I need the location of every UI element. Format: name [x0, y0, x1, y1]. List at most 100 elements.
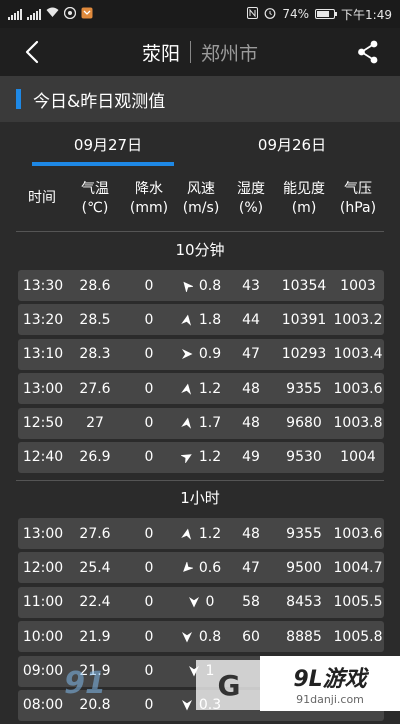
cell-temp: 28.6 — [79, 277, 111, 294]
watermark-left-text: 91 — [64, 665, 106, 701]
tab-yesterday[interactable]: 09月26日 — [200, 122, 384, 166]
top-app-bar: 荥阳 郑州市 — [0, 28, 400, 76]
wind-direction-icon — [188, 597, 199, 608]
cell-visibility: 9355 — [286, 380, 322, 397]
cell-time: 13:30 — [22, 277, 64, 294]
cell-temp: 27.6 — [79, 380, 111, 397]
cell-temp: 22.4 — [79, 594, 111, 611]
header-rain: 降水 (mm) — [122, 180, 176, 218]
cell-temp: 28.5 — [79, 311, 111, 328]
cell-humidity: 44 — [242, 311, 260, 328]
header-pressure: 气压 (hPa) — [332, 180, 384, 218]
cell-rain: 0 — [144, 449, 154, 466]
header-rain-label: 降水 — [135, 180, 163, 197]
cell-humidity: 48 — [242, 380, 260, 397]
header-humidity-unit: (%) — [238, 199, 264, 216]
wind-direction-icon — [183, 281, 193, 292]
wind-speed-value: 1.7 — [198, 415, 222, 432]
cell-time: 11:00 — [22, 594, 64, 611]
location-title: 荥阳 郑州市 — [142, 39, 258, 66]
wind-direction-icon — [181, 349, 193, 360]
cell-humidity: 47 — [242, 559, 260, 576]
cell-wind: 1.2 — [176, 526, 226, 542]
cell-rain: 0 — [144, 311, 154, 328]
watermark-logo-mid: G — [196, 660, 262, 710]
header-visibility-label: 能见度 — [283, 180, 325, 197]
table-row: 12:00 25.4 0 0.6 47 9500 1004.7 — [18, 552, 384, 584]
section-title: 今日&昨日观测值 — [33, 91, 166, 112]
wind-speed-value: 0.6 — [198, 559, 222, 576]
cell-humidity: 47 — [242, 346, 260, 363]
wind-speed-value: 1.2 — [198, 525, 222, 542]
cell-visibility: 10354 — [281, 277, 327, 294]
back-button[interactable] — [18, 38, 46, 66]
signal-icon-2 — [27, 8, 41, 20]
header-wind-unit: (m/s) — [182, 199, 220, 216]
cell-wind: 1.7 — [176, 415, 226, 431]
wind-direction-icon — [181, 383, 191, 395]
status-left — [8, 6, 93, 22]
wind-speed-value: 1.2 — [198, 449, 222, 466]
section-header: 今日&昨日观测值 — [0, 76, 400, 122]
cell-humidity: 48 — [242, 525, 260, 542]
header-time: 时间 — [16, 189, 68, 208]
cell-humidity: 58 — [242, 594, 260, 611]
header-pressure-unit: (hPa) — [339, 199, 377, 216]
table-row: 10:00 21.9 0 0.8 60 8885 1005.8 — [18, 621, 384, 653]
table-row: 13:00 27.6 0 1.2 48 9355 1003.6 — [18, 373, 384, 405]
city-name: 荥阳 — [141, 42, 180, 65]
cell-time: 12:00 — [22, 559, 64, 576]
wind-direction-icon — [181, 631, 192, 643]
cell-pressure: 1005.8 — [333, 628, 383, 645]
cell-pressure: 1003.8 — [333, 415, 383, 432]
header-visibility: 能见度 (m) — [276, 180, 332, 218]
tab-today[interactable]: 09月27日 — [16, 122, 200, 166]
header-rain-unit: (mm) — [129, 199, 169, 216]
header-wind: 风速 (m/s) — [176, 180, 226, 218]
wind-speed-value: 1.2 — [198, 380, 222, 397]
cell-rain: 0 — [144, 277, 154, 294]
cell-time: 13:20 — [22, 311, 64, 328]
cell-humidity: 60 — [242, 628, 260, 645]
region-name: 郑州市 — [201, 42, 259, 65]
share-button[interactable] — [354, 38, 382, 66]
table-row: 13:10 28.3 0 0.9 47 10293 1003.4 — [18, 338, 384, 370]
table-row: 13:00 27.6 0 1.2 48 9355 1003.6 — [18, 518, 384, 549]
wind-direction-icon — [181, 700, 192, 711]
wind-direction-icon — [182, 561, 193, 572]
app-notification-icon — [63, 6, 77, 22]
cell-time: 13:00 — [22, 380, 64, 397]
watermark-right-text: 9L游戏 — [293, 667, 367, 692]
table-header: 时间 气温 (℃) 降水 (mm) 风速 (m/s) 湿度 (%) 能见度 (m) 气压 (… — [16, 166, 384, 232]
table-row: 11:00 22.4 0 0 58 8453 1005.5 — [18, 586, 384, 618]
cell-wind: 1.2 — [176, 449, 226, 465]
watermark-logo-left: 91 — [30, 660, 140, 706]
status-right: 74% 下午1:49 — [247, 6, 392, 23]
cell-rain: 0 — [144, 346, 154, 363]
cell-time: 13:10 — [22, 346, 64, 363]
cell-visibility: 10293 — [281, 346, 327, 363]
cell-wind: 0.9 — [176, 346, 226, 362]
cell-visibility: 9355 — [286, 525, 322, 542]
cell-visibility: 8885 — [286, 628, 322, 645]
wind-direction-icon — [181, 417, 191, 429]
cell-pressure: 1004 — [340, 449, 376, 466]
watermark-mid-text: G — [217, 668, 241, 702]
table-row: 13:30 28.6 0 0.8 43 10354 1003 — [18, 270, 384, 301]
cell-time: 10:00 — [22, 628, 64, 645]
cell-visibility: 9680 — [286, 415, 322, 432]
cell-visibility: 9530 — [286, 449, 322, 466]
cell-pressure: 1003.6 — [333, 380, 383, 397]
cell-rain: 0 — [144, 525, 154, 542]
wind-speed-value: 0 — [205, 594, 215, 611]
wind-speed-value: 0.9 — [198, 346, 222, 363]
wind-direction-icon — [181, 528, 191, 540]
cell-temp: 27 — [86, 415, 104, 432]
header-time-label: 时间 — [28, 190, 56, 206]
cell-visibility: 9500 — [286, 559, 322, 576]
header-humidity-label: 湿度 — [237, 180, 265, 197]
cell-pressure: 1004.7 — [333, 559, 383, 576]
wind-direction-icon — [180, 454, 192, 464]
app-notification-icon-2 — [81, 7, 93, 22]
header-pressure-label: 气压 — [344, 180, 372, 197]
